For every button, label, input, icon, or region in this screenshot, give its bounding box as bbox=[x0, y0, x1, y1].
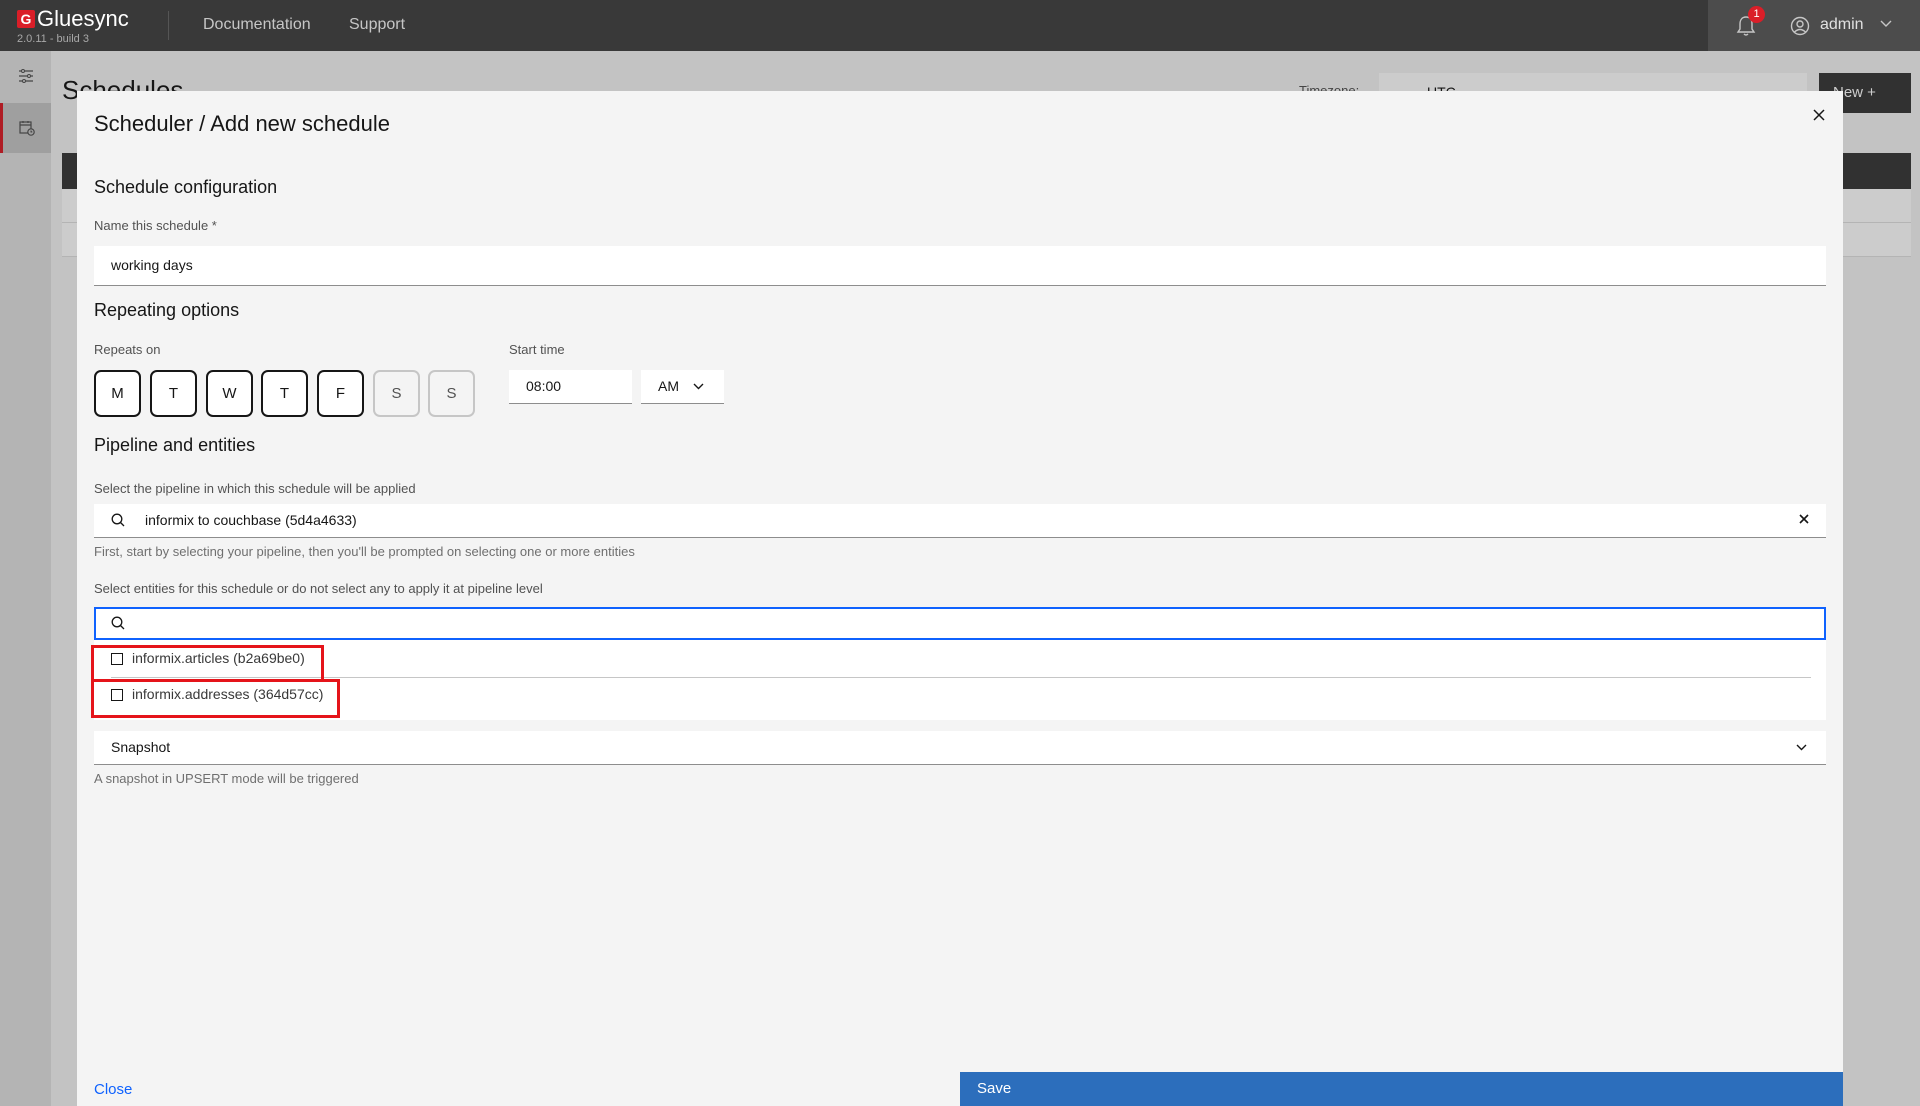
day-toggle-sunday[interactable]: S bbox=[428, 370, 475, 417]
user-avatar-icon[interactable] bbox=[1790, 16, 1810, 36]
brand[interactable]: G Gluesync 2.0.11 - build 3 bbox=[17, 6, 129, 45]
chevron-down-icon bbox=[1796, 744, 1807, 751]
day-toggle-tuesday[interactable]: T bbox=[150, 370, 197, 417]
clear-icon[interactable] bbox=[1799, 514, 1809, 524]
top-header: G Gluesync 2.0.11 - build 3 Documentation… bbox=[0, 0, 1920, 51]
pipeline-value: informix to couchbase (5d4a4633) bbox=[145, 512, 357, 528]
entity-option-articles[interactable]: informix.articles (b2a69be0) bbox=[94, 640, 1826, 676]
gluesync-logo-icon: G bbox=[17, 10, 35, 28]
pipeline-select-label: Select the pipeline in which this schedu… bbox=[94, 481, 416, 496]
entities-select-label: Select entities for this schedule or do … bbox=[94, 581, 543, 596]
nav-support[interactable]: Support bbox=[349, 16, 405, 34]
start-time-label: Start time bbox=[509, 342, 565, 357]
modal-title: Scheduler / Add new schedule bbox=[94, 111, 390, 136]
highlight-box bbox=[91, 679, 340, 718]
highlight-box bbox=[91, 645, 324, 682]
header-divider bbox=[168, 11, 169, 40]
day-toggle-friday[interactable]: F bbox=[317, 370, 364, 417]
schedule-config-heading: Schedule configuration bbox=[94, 177, 278, 197]
mode-select[interactable]: Snapshot bbox=[94, 731, 1826, 765]
save-button[interactable]: Save bbox=[960, 1072, 1843, 1106]
day-toggle-saturday[interactable]: S bbox=[373, 370, 420, 417]
chevron-down-icon[interactable] bbox=[1880, 20, 1892, 28]
mode-helper-text: A snapshot in UPSERT mode will be trigge… bbox=[94, 771, 359, 786]
add-schedule-modal: Scheduler / Add new schedule Schedule co… bbox=[77, 91, 1843, 1106]
nav-documentation[interactable]: Documentation bbox=[203, 16, 311, 34]
search-icon bbox=[111, 513, 125, 527]
entity-dropdown-list: informix.articles (b2a69be0) informix.ad… bbox=[94, 640, 1826, 720]
close-button[interactable]: Close bbox=[94, 1081, 132, 1098]
schedule-name-value: working days bbox=[111, 257, 193, 273]
schedule-name-label: Name this schedule * bbox=[94, 218, 217, 233]
modal-close-button[interactable] bbox=[1807, 103, 1831, 127]
ampm-select[interactable]: AM bbox=[641, 370, 724, 404]
brand-name: Gluesync bbox=[37, 6, 129, 31]
pipeline-entities-heading: Pipeline and entities bbox=[94, 435, 256, 455]
repeats-on-label: Repeats on bbox=[94, 342, 161, 357]
mode-value: Snapshot bbox=[111, 739, 171, 755]
schedule-name-input[interactable]: working days bbox=[94, 246, 1826, 286]
day-toggle-wednesday[interactable]: W bbox=[206, 370, 253, 417]
app-version: 2.0.11 - build 3 bbox=[17, 33, 89, 45]
user-name[interactable]: admin bbox=[1820, 16, 1864, 34]
entity-search-input[interactable] bbox=[94, 607, 1826, 640]
day-toggle-monday[interactable]: M bbox=[94, 370, 141, 417]
start-time-value: 08:00 bbox=[526, 378, 562, 394]
start-time-input[interactable]: 08:00 bbox=[509, 370, 632, 404]
search-icon bbox=[111, 616, 125, 630]
ampm-value: AM bbox=[658, 378, 679, 394]
header-actions: 1 admin bbox=[1708, 0, 1920, 51]
entity-option-addresses[interactable]: informix.addresses (364d57cc) bbox=[94, 676, 1826, 712]
close-icon bbox=[1813, 109, 1825, 121]
pipeline-helper-text: First, start by selecting your pipeline,… bbox=[94, 544, 635, 559]
notification-badge: 1 bbox=[1748, 6, 1765, 23]
repeating-options-heading: Repeating options bbox=[94, 300, 240, 320]
day-toggle-thursday[interactable]: T bbox=[261, 370, 308, 417]
chevron-down-icon bbox=[693, 383, 704, 390]
pipeline-search-input[interactable]: informix to couchbase (5d4a4633) bbox=[94, 504, 1826, 538]
